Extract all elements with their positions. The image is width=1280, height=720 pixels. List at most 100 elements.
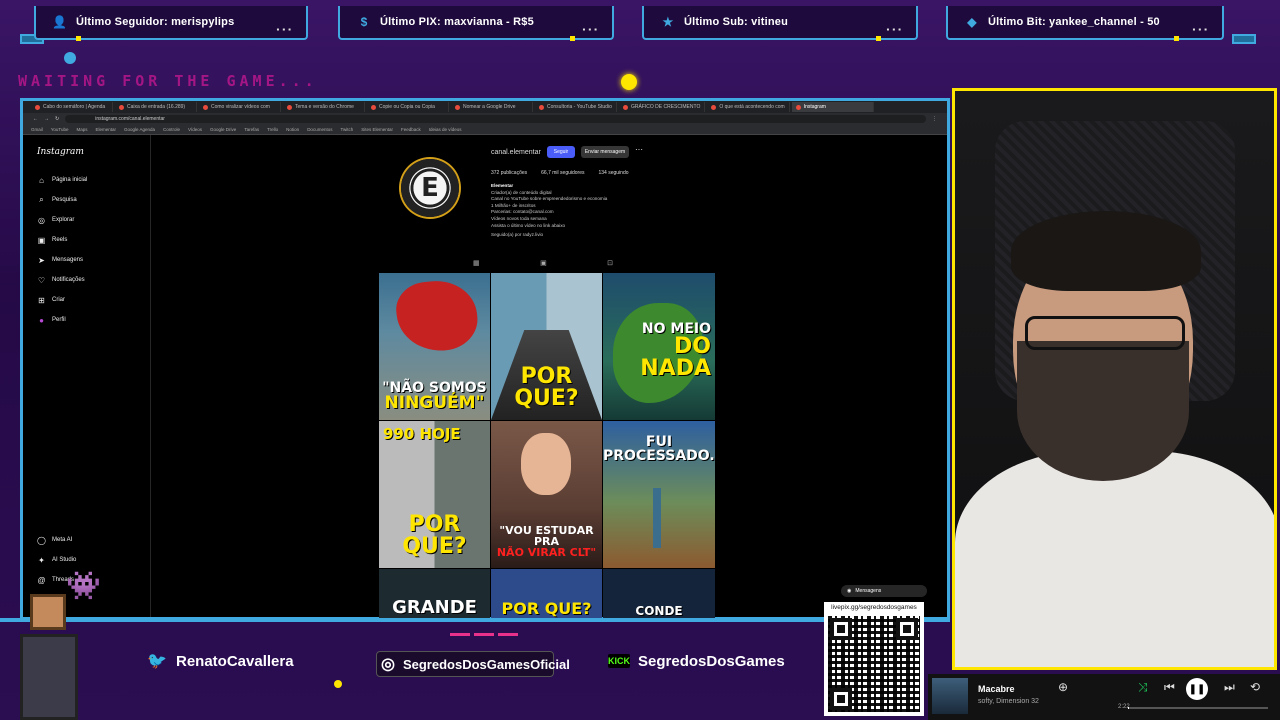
browser-tab[interactable]: Cabo do semáforo | Agenda bbox=[31, 102, 113, 112]
url-field[interactable]: instagram.com/canal.elementar bbox=[65, 115, 926, 123]
next-icon[interactable]: ⏭ bbox=[1224, 680, 1235, 695]
song-artist: softy, Dimension 32 bbox=[978, 698, 1039, 705]
waiting-text: WAITING FOR THE GAME... bbox=[18, 72, 318, 90]
post-thumbnail[interactable]: "NÃO SOMOS NINGUÉM" bbox=[379, 273, 490, 420]
meta-ai-icon: ◯ bbox=[37, 535, 46, 545]
post-thumbnail[interactable]: CONDE bbox=[603, 569, 715, 619]
profile-username: canal.elementar bbox=[491, 149, 541, 156]
nav-item[interactable]: ● Perfil bbox=[37, 313, 66, 327]
nav-item[interactable]: ✦ AI Studio bbox=[37, 553, 76, 567]
post-thumbnail[interactable]: FUI PROCESSADO.. bbox=[603, 421, 715, 568]
browser-tab[interactable]: Nomear a Google Drive bbox=[451, 102, 533, 112]
bookmark-item[interactable]: Ideias de vídeos bbox=[429, 127, 462, 132]
music-player: Macabre softy, Dimension 32 ⊕ ⤨ ⏮ ❚❚ ⏭ ⟲… bbox=[928, 674, 1280, 720]
instagram-username: SegredosDosGamesOficial bbox=[402, 656, 570, 672]
browser-tab[interactable]: Tema e versão do Chrome bbox=[283, 102, 365, 112]
browser-tab[interactable]: Como viralizar vídeos com bbox=[199, 102, 281, 112]
pixel-character bbox=[6, 594, 86, 720]
nav-item-label: Página inicial bbox=[52, 177, 88, 183]
followers-count[interactable]: 66,7 mil seguidores bbox=[541, 170, 584, 176]
bookmark-item[interactable]: Gmail bbox=[31, 127, 43, 132]
pink-dashes bbox=[450, 633, 525, 636]
back-icon[interactable]: ← bbox=[33, 116, 38, 122]
send-message-button[interactable]: Enviar mensagem bbox=[581, 146, 629, 158]
browser-tab[interactable]: Copie ou Copia ou Copia bbox=[367, 102, 449, 112]
tagged-tab-icon[interactable]: ⊡ bbox=[607, 259, 613, 267]
post-caption: FUI PROCESSADO.. bbox=[603, 434, 715, 464]
bookmark-item[interactable]: Tarefas bbox=[244, 127, 259, 132]
nav-item-label: Reels bbox=[52, 237, 68, 243]
following-count[interactable]: 134 seguindo bbox=[599, 170, 629, 176]
threads-icon: @ bbox=[37, 575, 46, 585]
frame-bottom-edge bbox=[0, 618, 950, 622]
browser-tab[interactable]: Consultoria - YouTube Studio bbox=[535, 102, 617, 112]
post-thumbnail[interactable]: NO MEIO DO NADA bbox=[603, 273, 715, 420]
bio-line: Canal no YouTube sobre empreendedorismo … bbox=[491, 196, 608, 202]
address-bar: ← → ↻ instagram.com/canal.elementar ⋮ bbox=[23, 113, 947, 125]
browser-tab[interactable]: Caixa de entrada (16.289) bbox=[115, 102, 197, 112]
post-thumbnail[interactable]: POR QUE? bbox=[491, 273, 602, 420]
alert-bar: 👤 Último Seguidor: merispylips ▪▪▪ $ Últ… bbox=[0, 0, 1280, 50]
posts-grid-icon[interactable]: ▦ bbox=[473, 259, 480, 267]
bio-line: Vídeos novos toda semana bbox=[491, 215, 547, 221]
shuffle-icon[interactable]: ⤨ bbox=[1138, 680, 1148, 695]
bookmark-item[interactable]: Vídeos bbox=[188, 127, 202, 132]
bookmark-item[interactable]: Controle bbox=[163, 127, 180, 132]
followed-by[interactable]: Seguido(a) por radyz.livio bbox=[491, 232, 671, 239]
post-thumbnail[interactable]: 990 HOJE POR QUE? bbox=[379, 421, 490, 568]
messages-bubble[interactable]: ◉ Mensagens bbox=[841, 585, 927, 597]
repeat-icon[interactable]: ⟲ bbox=[1250, 680, 1260, 694]
extensions-icon[interactable]: ⋮ bbox=[932, 116, 937, 122]
bio-line: Elementar bbox=[491, 183, 514, 188]
bookmark-item[interactable]: YouTube bbox=[51, 127, 69, 132]
nav-item[interactable]: ⊞ Criar bbox=[37, 293, 65, 307]
last-sub-alert: ★ Último Sub: vitineu ▪▪▪ bbox=[642, 6, 918, 41]
browser-tab[interactable]: Instagram bbox=[791, 102, 874, 112]
bookmark-item[interactable]: Maps bbox=[76, 127, 87, 132]
tab-favicon-icon bbox=[711, 104, 717, 110]
forward-icon[interactable]: → bbox=[44, 116, 49, 122]
bookmark-item[interactable]: Google Drive bbox=[210, 127, 236, 132]
kick-username: SegredosDosGames bbox=[638, 652, 785, 670]
space-invader-icon: 👾 bbox=[66, 570, 101, 601]
more-options-icon[interactable]: ··· bbox=[635, 145, 643, 154]
post-thumbnail[interactable]: POR QUE? bbox=[491, 569, 602, 619]
browser-tab[interactable]: O que está acontecendo com bbox=[707, 102, 790, 112]
nav-item[interactable]: ⌕ Pesquisa bbox=[37, 193, 76, 207]
nav-item[interactable]: ⌂ Página inicial bbox=[37, 173, 87, 187]
bookmark-item[interactable]: Elementar bbox=[95, 127, 116, 132]
nav-item[interactable]: ♡ Notificações bbox=[37, 273, 85, 287]
bookmark-item[interactable]: Sites Elementar bbox=[361, 127, 393, 132]
browser-tab[interactable]: GRÁFICO DE CRESCIMENTO bbox=[619, 102, 706, 112]
tab-favicon-icon bbox=[623, 104, 628, 110]
post-thumbnail[interactable]: GRANDE bbox=[379, 569, 490, 619]
nav-item[interactable]: ◯ Meta AI bbox=[37, 533, 72, 547]
bookmark-item[interactable]: Trello bbox=[267, 127, 278, 132]
bookmark-item[interactable]: Notion bbox=[286, 127, 299, 132]
bookmark-item[interactable]: Twitch bbox=[340, 127, 353, 132]
profile-avatar[interactable]: E bbox=[401, 159, 459, 217]
reels-tab-icon[interactable]: ▣ bbox=[540, 259, 547, 267]
bio-line: Assista o último vídeo no link abaixo bbox=[491, 222, 566, 228]
add-icon[interactable]: ⊕ bbox=[1058, 680, 1068, 694]
bookmark-item[interactable]: Google Agenda bbox=[124, 127, 155, 132]
nav-item[interactable]: ➤ Mensagens bbox=[37, 253, 83, 267]
follow-button[interactable]: Seguir bbox=[547, 146, 575, 158]
twitter-handle: 🐦 RenatoCavallera bbox=[142, 648, 322, 674]
post-caption: POR QUE? bbox=[514, 364, 579, 411]
album-cover bbox=[932, 678, 968, 714]
reload-icon[interactable]: ↻ bbox=[55, 116, 59, 122]
posts-count[interactable]: 372 publicações bbox=[491, 170, 527, 176]
nav-item[interactable]: ▣ Reels bbox=[37, 233, 68, 247]
nav-item[interactable]: ◎ Explorar bbox=[37, 213, 74, 227]
post-thumbnail[interactable]: "VOU ESTUDAR PRA NÃO VIRAR CLT" bbox=[491, 421, 602, 568]
star-icon: ★ bbox=[662, 15, 674, 29]
pause-button[interactable]: ❚❚ bbox=[1186, 678, 1208, 700]
bookmark-item[interactable]: Documentos bbox=[307, 127, 332, 132]
tab-favicon-icon bbox=[455, 104, 460, 110]
progress-bar[interactable] bbox=[1128, 707, 1268, 709]
instagram-logo[interactable]: Instagram bbox=[37, 147, 84, 157]
bookmark-item[interactable]: Feedback bbox=[401, 127, 421, 132]
tab-favicon-icon bbox=[35, 104, 40, 110]
previous-icon[interactable]: ⏮ bbox=[1164, 680, 1175, 695]
